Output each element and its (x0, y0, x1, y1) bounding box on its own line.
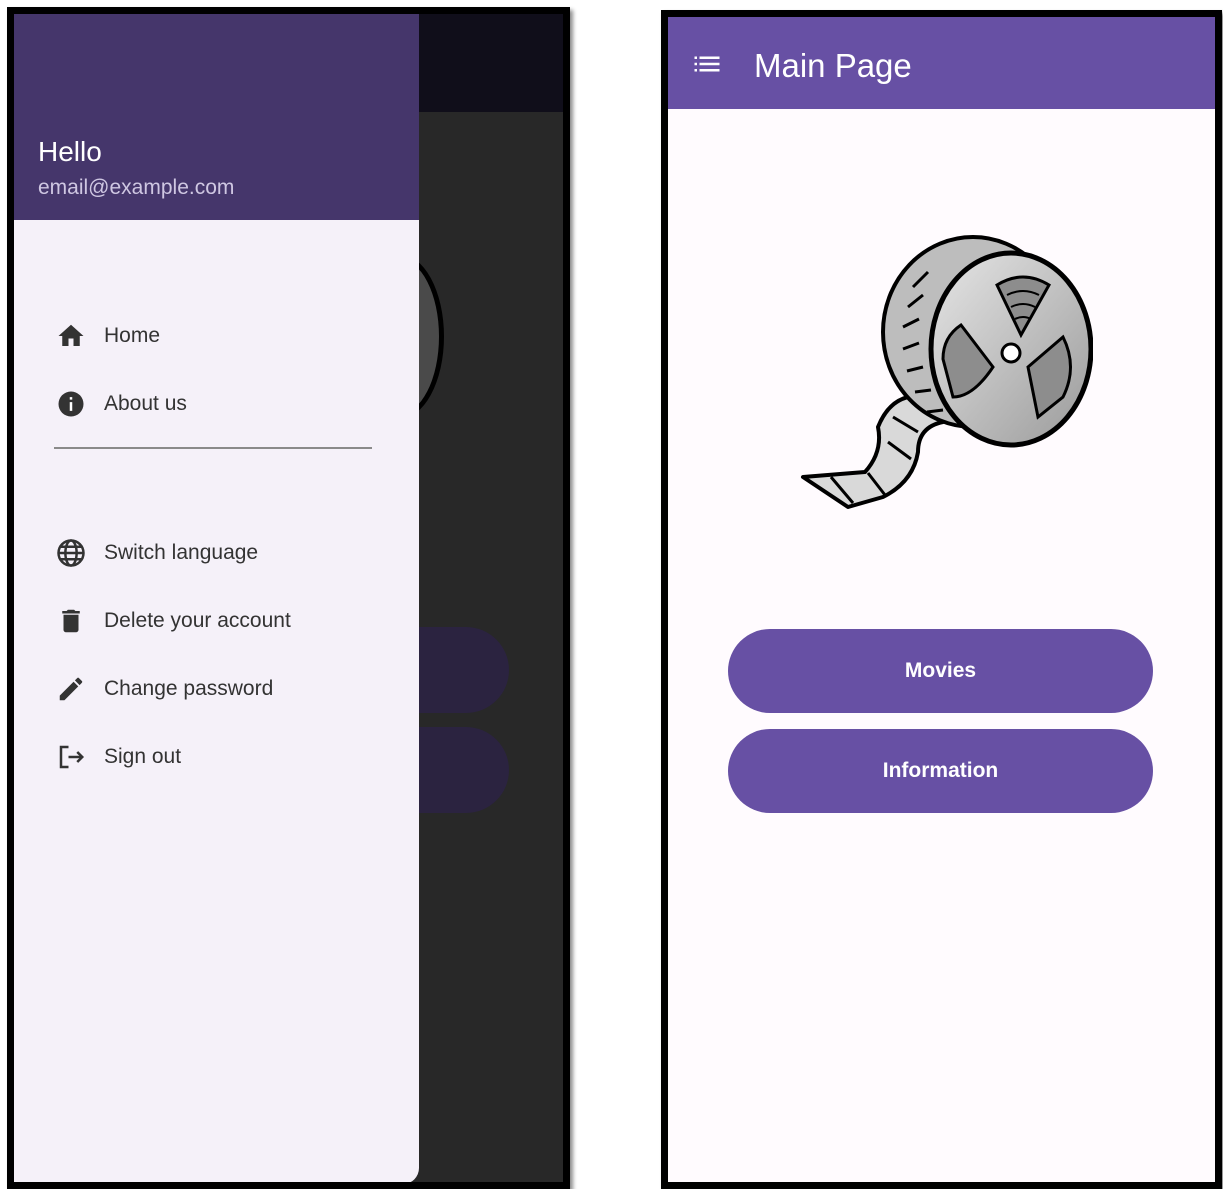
drawer-greeting: Hello (38, 136, 102, 167)
info-icon (54, 387, 88, 421)
phone-drawer-open: Hello email@example.com Home About us Sw… (7, 7, 570, 1189)
drawer-item-label: Home (104, 324, 161, 347)
home-icon (54, 319, 88, 353)
drawer-item-home[interactable]: Home (54, 316, 160, 356)
menu-icon[interactable] (692, 49, 722, 79)
page-title: Main Page (754, 47, 912, 84)
drawer-item-about-us[interactable]: About us (54, 384, 187, 424)
drawer-divider (54, 447, 372, 449)
trash-icon (54, 604, 88, 638)
movies-button[interactable]: Movies (728, 629, 1153, 713)
drawer-email: email@example.com (38, 176, 235, 199)
drawer-item-label: Sign out (104, 745, 182, 768)
navigation-drawer: Hello email@example.com Home About us Sw… (14, 14, 419, 1182)
globe-icon (54, 536, 88, 570)
drawer-item-change-password[interactable]: Change password (54, 669, 273, 709)
drawer-item-sign-out[interactable]: Sign out (54, 737, 181, 777)
drawer-item-switch-language[interactable]: Switch language (54, 533, 258, 573)
drawer-item-label: Change password (104, 677, 274, 700)
information-button[interactable]: Information (728, 729, 1153, 813)
drawer-item-label: Switch language (104, 541, 259, 564)
phone-main-page: Main Page Movies Information (661, 10, 1222, 1189)
sign-out-icon (54, 740, 88, 774)
film-reel-icon (801, 235, 1093, 509)
drawer-item-label: About us (104, 392, 187, 415)
top-app-bar: Main Page (668, 17, 1215, 109)
drawer-header: Hello email@example.com (14, 14, 419, 220)
drawer-item-label: Delete your account (104, 609, 291, 632)
drawer-item-delete-account[interactable]: Delete your account (54, 601, 291, 641)
pencil-icon (54, 672, 88, 706)
